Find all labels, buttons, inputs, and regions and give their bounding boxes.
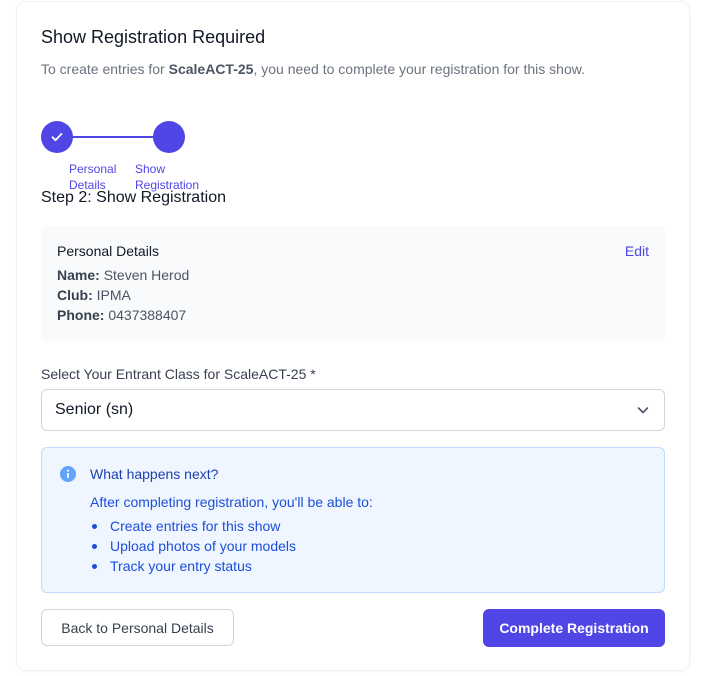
detail-key: Phone: [57,307,105,323]
page-subtitle: To create entries for ScaleACT-25, you n… [41,59,601,79]
list-item: Track your entry status [90,556,296,576]
stepper-connector [72,136,154,138]
complete-registration-button[interactable]: Complete Registration [483,609,665,647]
next-steps-list: Create entries for this show Upload phot… [90,516,296,576]
detail-name-row: Name: Steven Herod [57,265,189,285]
show-name: ScaleACT-25 [168,61,254,77]
detail-phone-row: Phone: 0437388407 [57,305,186,325]
personal-details-title: Personal Details [57,243,159,259]
next-steps-info: What happens next? After completing regi… [41,447,665,593]
detail-value: Steven Herod [103,267,190,283]
step-1-indicator [41,121,73,153]
info-intro: After completing registration, you'll be… [90,494,373,510]
edit-personal-details-link[interactable]: Edit [625,243,649,259]
info-title: What happens next? [90,466,219,482]
subtitle-prefix: To create entries for [41,61,169,77]
check-icon [51,132,63,142]
list-item: Upload photos of your models [90,536,296,556]
page-title: Show Registration Required [41,27,266,47]
detail-key: Name: [57,267,100,283]
detail-club-row: Club: IPMA [57,285,131,305]
entrant-class-label: Select Your Entrant Class for ScaleACT-2… [41,366,316,382]
personal-details-summary: Personal Details Edit Name: Steven Herod… [41,226,665,341]
step-heading: Step 2: Show Registration [41,189,226,206]
detail-value: IPMA [96,287,131,303]
subtitle-suffix: , you need to complete your registration… [253,61,585,77]
detail-value: 0437388407 [108,307,187,323]
back-to-personal-details-button[interactable]: Back to Personal Details [41,609,234,646]
entrant-class-value: Senior (sn) [55,401,134,418]
entrant-class-select[interactable]: Senior (sn) [41,389,665,431]
step-2-indicator [153,121,185,153]
info-icon [60,466,76,482]
list-item: Create entries for this show [90,516,296,536]
detail-key: Club: [57,287,93,303]
chevron-down-icon [637,407,649,414]
